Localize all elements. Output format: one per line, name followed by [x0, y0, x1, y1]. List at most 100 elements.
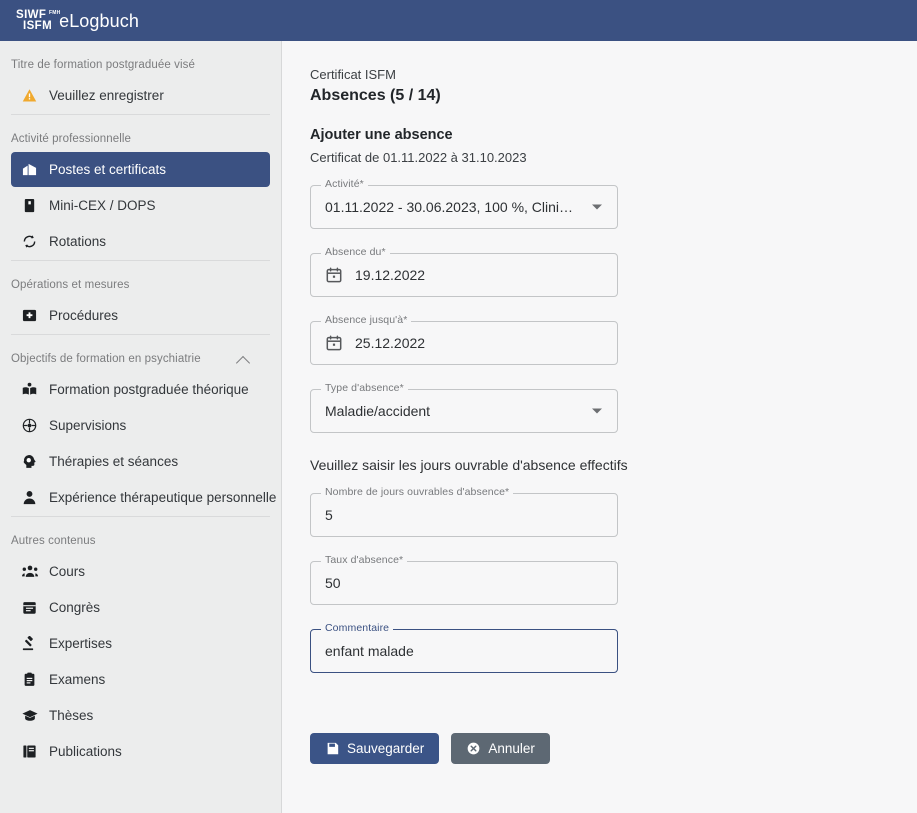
field-value[interactable]: 5: [325, 493, 584, 537]
sidebar-item-cours[interactable]: Cours: [11, 554, 270, 589]
sidebar-item-supervisions[interactable]: Supervisions: [11, 408, 270, 443]
sidebar-section-caption: Activité professionnelle: [0, 115, 281, 151]
medical-cross-icon: [21, 307, 38, 324]
field-value[interactable]: Maladie/accident: [325, 389, 584, 433]
field-value[interactable]: 50: [325, 561, 584, 605]
sidebar-item-label: Expérience thérapeutique personnelle: [49, 490, 277, 505]
cancel-button-label: Annuler: [488, 741, 535, 756]
sidebar-item-th-rapies-et-s-ances[interactable]: Thérapies et séances: [11, 444, 270, 479]
calendar-icon[interactable]: [326, 267, 342, 283]
person-icon: [21, 489, 38, 506]
field-value[interactable]: enfant malade: [325, 629, 584, 673]
sidebar-section-caption: Autres contenus: [0, 517, 281, 553]
sidebar-section-caption: Opérations et mesures: [0, 261, 281, 297]
sidebar-section-items: Procédures: [0, 298, 281, 333]
working-days-hint: Veuillez saisir les jours ouvrable d'abs…: [310, 457, 628, 473]
sidebar-item-label: Thérapies et séances: [49, 454, 179, 469]
chevron-up-icon[interactable]: [238, 353, 250, 365]
sidebar-item-label: Supervisions: [49, 418, 127, 433]
users-group-icon: [21, 563, 38, 580]
sidebar-item-postes-et-certificats[interactable]: Postes et certificats: [11, 152, 270, 187]
sidebar-section-items: Postes et certificats Mini-CEX / DOPS Rota…: [0, 152, 281, 259]
sidebar-item-label: Mini-CEX / DOPS: [49, 198, 156, 213]
clipboard-icon: [21, 671, 38, 688]
logo-superscript-fmh: FMH: [49, 9, 61, 16]
sidebar-item-rotations[interactable]: Rotations: [11, 224, 270, 259]
warning-triangle-icon: [21, 87, 38, 104]
sidebar-section-items: Formation postgraduée théorique Supervisi…: [0, 372, 281, 515]
sidebar-item-label: Cours: [49, 564, 86, 579]
sidebar-section-label: Activité professionnelle: [11, 133, 132, 145]
sidebar-section-caption: Titre de formation postgraduée visé: [0, 41, 281, 77]
sidebar-item-label: Publications: [49, 744, 122, 759]
graduation-cap-icon: [21, 707, 38, 724]
head-brain-icon: [21, 453, 38, 470]
people-circle-icon: [21, 417, 38, 434]
app-name: eLogbuch: [59, 10, 139, 31]
rotate-icon: [21, 233, 38, 250]
siwf-isfm-logomark: SIWF ISFM FMH: [16, 9, 60, 33]
absence-form-top: Activité* 01.11.2022 - 30.06.2023, 100 %,…: [310, 178, 917, 433]
sidebar-item-label: Thèses: [49, 708, 94, 723]
sidebar-item-formation-postgradu-e-th-orique[interactable]: Formation postgraduée théorique: [11, 372, 270, 407]
app-header: SIWF ISFM FMH eLogbuch: [0, 0, 917, 41]
field-nombre_jours[interactable]: Nombre de jours ouvrables d'absence* 5: [310, 486, 618, 537]
breadcrumb: Certificat ISFM: [310, 67, 396, 82]
logo-line-isfm: ISFM: [23, 20, 53, 32]
main-content: Certificat ISFM Absences (5 / 14) Ajoute…: [282, 41, 917, 813]
sidebar-item-congr-s[interactable]: Congrès: [11, 590, 270, 625]
field-value[interactable]: 01.11.2022 - 30.06.2023, 100 %, Clini…: [325, 185, 584, 229]
sidebar-item-label: Rotations: [49, 234, 107, 249]
field-value[interactable]: 19.12.2022: [355, 253, 584, 297]
sidebar-section-items: Veuillez enregistrer: [0, 78, 281, 113]
sidebar-item-mini-cex-dops[interactable]: Mini-CEX / DOPS: [11, 188, 270, 223]
sidebar-section-label: Titre de formation postgraduée visé: [11, 59, 195, 71]
sidebar-item-examens[interactable]: Examens: [11, 662, 270, 697]
sidebar-section-label: Objectifs de formation en psychiatrie: [11, 353, 201, 365]
chevron-down-icon[interactable]: [592, 204, 602, 210]
absence-form-bottom: Nombre de jours ouvrables d'absence* 5 Tau…: [310, 486, 917, 673]
field-value[interactable]: 25.12.2022: [355, 321, 584, 365]
save-button[interactable]: Sauvegarder: [310, 733, 440, 764]
cancel-circle-icon: [466, 742, 480, 756]
sidebar-item-label: Procédures: [49, 308, 119, 323]
sidebar-section-caption[interactable]: Objectifs de formation en psychiatrie: [0, 335, 281, 371]
sidebar-item-th-ses[interactable]: Thèses: [11, 698, 270, 733]
field-type_absence[interactable]: Type d'absence* Maladie/accident: [310, 382, 618, 433]
bookmark-icon: [21, 197, 38, 214]
sidebar-item-label: Examens: [49, 672, 106, 687]
sidebar-item-exp-rience-th-rapeutique-personnelle[interactable]: Expérience thérapeutique personnelle: [11, 480, 276, 515]
sidebar-item-label: Formation postgraduée théorique: [49, 382, 249, 397]
field-commentaire[interactable]: Commentaire enfant malade: [310, 622, 618, 673]
page-title: Absences (5 / 14): [310, 87, 441, 104]
sidebar-item-proc-dures[interactable]: Procédures: [11, 298, 270, 333]
chevron-down-icon[interactable]: [592, 408, 602, 414]
book-reader-icon: [21, 381, 38, 398]
save-button-label: Sauvegarder: [347, 741, 425, 756]
form-actions: Sauvegarder Annuler: [310, 733, 917, 764]
field-absence_jusqua[interactable]: Absence jusqu'à* 25.12.2022: [310, 314, 618, 365]
calendar-icon[interactable]: [326, 335, 342, 351]
sidebar-item-label: Veuillez enregistrer: [49, 88, 164, 103]
field-taux_absence[interactable]: Taux d'absence* 50: [310, 554, 618, 605]
save-floppy-icon: [325, 742, 339, 756]
sidebar-section-label: Autres contenus: [11, 535, 96, 547]
sidebar-item-veuillez-enregistrer[interactable]: Veuillez enregistrer: [11, 78, 270, 113]
app-body: Titre de formation postgraduée visé Veuil…: [0, 41, 917, 813]
sidebar-item-expertises[interactable]: Expertises: [11, 626, 270, 661]
field-absence_du[interactable]: Absence du* 19.12.2022: [310, 246, 618, 297]
brand-logo[interactable]: SIWF ISFM FMH eLogbuch: [16, 9, 139, 33]
gavel-icon: [21, 635, 38, 652]
book-open-icon: [21, 743, 38, 760]
sidebar-section-label: Opérations et mesures: [11, 279, 130, 291]
cancel-button[interactable]: Annuler: [451, 733, 550, 764]
calendar-icon: [21, 599, 38, 616]
hospital-icon: [21, 161, 38, 178]
sidebar-item-publications[interactable]: Publications: [11, 734, 270, 769]
sidebar-navigation: Titre de formation postgraduée visé Veuil…: [0, 41, 282, 813]
sidebar-item-label: Expertises: [49, 636, 113, 651]
sidebar-item-label: Congrès: [49, 600, 101, 615]
section-subtitle: Certificat de 01.11.2022 à 31.10.2023: [310, 150, 527, 165]
sidebar-section-items: Cours Congrès Expertises Examens Thèses Publi…: [0, 554, 281, 769]
field-activite[interactable]: Activité* 01.11.2022 - 30.06.2023, 100 %,…: [310, 178, 618, 229]
